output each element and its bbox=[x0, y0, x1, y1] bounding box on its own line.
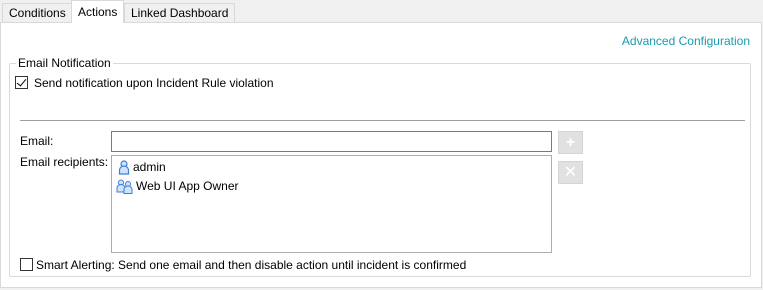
tab-linked-dashboard[interactable]: Linked Dashboard bbox=[124, 3, 236, 23]
tab-bar: Conditions Actions Linked Dashboard bbox=[0, 0, 763, 23]
list-item[interactable]: admin bbox=[118, 158, 166, 176]
divider bbox=[20, 120, 745, 121]
list-item[interactable]: Web UI App Owner bbox=[116, 177, 239, 195]
email-input[interactable] bbox=[111, 131, 552, 152]
email-recipients-label: Email recipients: bbox=[20, 155, 109, 169]
user-icon bbox=[118, 159, 130, 175]
remove-recipient-button[interactable]: ✕ bbox=[558, 161, 583, 184]
advanced-configuration-link[interactable]: Advanced Configuration bbox=[622, 34, 750, 48]
email-recipients-list[interactable]: admin Web UI App Owner bbox=[111, 155, 552, 253]
email-label: Email: bbox=[20, 134, 54, 148]
email-notification-title: Email Notification bbox=[16, 56, 113, 70]
recipient-name: admin bbox=[133, 160, 166, 174]
send-notification-label[interactable]: Send notification upon Incident Rule vio… bbox=[34, 76, 274, 90]
recipient-name: Web UI App Owner bbox=[136, 179, 239, 193]
actions-panel: Advanced Configuration Email Notificatio… bbox=[0, 22, 762, 288]
plus-icon: + bbox=[565, 133, 576, 151]
smart-alerting-label[interactable]: Smart Alerting: Send one email and then … bbox=[36, 258, 466, 272]
add-recipient-button[interactable]: + bbox=[558, 131, 583, 154]
smart-alerting-checkbox[interactable] bbox=[20, 258, 33, 271]
tab-linked-dashboard-label: Linked Dashboard bbox=[131, 6, 229, 20]
tab-conditions[interactable]: Conditions bbox=[2, 3, 73, 23]
group-icon bbox=[116, 179, 133, 194]
tab-conditions-label: Conditions bbox=[9, 6, 66, 20]
checkmark-icon bbox=[16, 76, 27, 87]
tab-actions[interactable]: Actions bbox=[71, 0, 125, 23]
x-icon: ✕ bbox=[563, 163, 578, 181]
tab-actions-label: Actions bbox=[78, 5, 118, 19]
send-notification-checkbox[interactable] bbox=[15, 76, 28, 89]
email-notification-group: Email Notification Send notification upo… bbox=[9, 56, 751, 277]
